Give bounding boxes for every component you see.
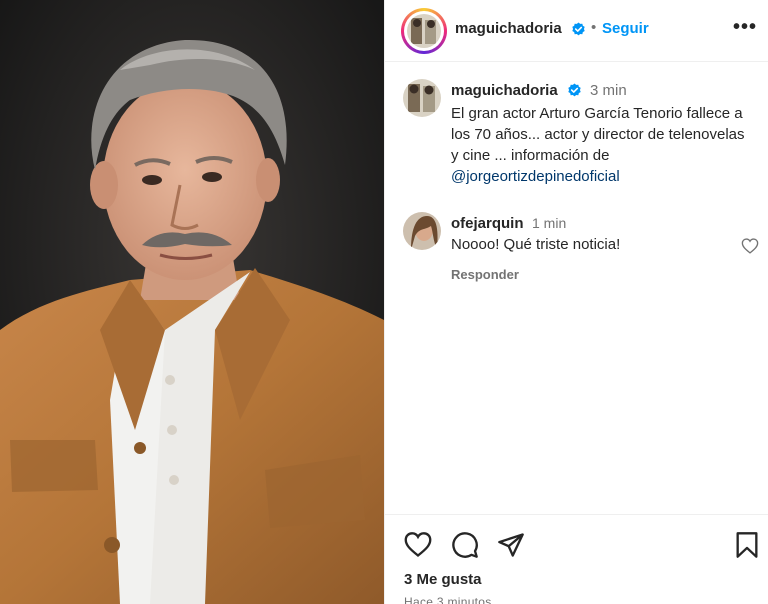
comment-timestamp[interactable]: 1 min — [532, 215, 566, 231]
portrait-photo — [0, 0, 384, 604]
post-image — [0, 0, 384, 604]
heart-icon[interactable] — [404, 531, 432, 559]
verified-badge-icon — [572, 22, 585, 36]
comment-heart-icon[interactable] — [741, 238, 759, 254]
verified-badge-icon — [568, 83, 581, 97]
separator-dot: • — [591, 19, 597, 36]
caption-author-avatar[interactable] — [403, 79, 441, 117]
caption-body: El gran actor Arturo García Tenorio fall… — [451, 105, 745, 164]
bookmark-icon[interactable] — [733, 531, 761, 559]
commenter-username[interactable]: ofejarquin — [451, 215, 524, 232]
comment-text: Noooo! Qué triste noticia! — [451, 236, 621, 253]
author-avatar-story-ring[interactable] — [401, 8, 447, 54]
follow-button[interactable]: Seguir — [602, 20, 649, 37]
comment-icon[interactable] — [451, 531, 479, 559]
caption-mention-link[interactable]: @jorgeortizdepinedoficial — [451, 166, 756, 187]
caption-author-username[interactable]: maguichadoria — [451, 82, 558, 99]
caption-timestamp[interactable]: 3 min — [590, 82, 627, 99]
post-details-panel: maguichadoria • Seguir ••• maguichadoria… — [384, 0, 768, 604]
post-time-ago: Hace 3 minutos — [404, 595, 492, 604]
reply-button[interactable]: Responder — [451, 267, 519, 282]
commenter-avatar[interactable] — [403, 212, 441, 250]
likes-count[interactable]: 3 Me gusta — [404, 571, 482, 588]
share-icon[interactable] — [497, 531, 525, 559]
more-options-icon[interactable]: ••• — [733, 16, 757, 39]
author-username[interactable]: maguichadoria — [455, 20, 562, 37]
author-avatar — [407, 14, 441, 48]
post-header: maguichadoria • Seguir ••• — [385, 0, 768, 62]
post-actions-bar: 3 Me gusta Hace 3 minutos — [385, 514, 768, 604]
caption-text: El gran actor Arturo García Tenorio fall… — [451, 103, 756, 187]
